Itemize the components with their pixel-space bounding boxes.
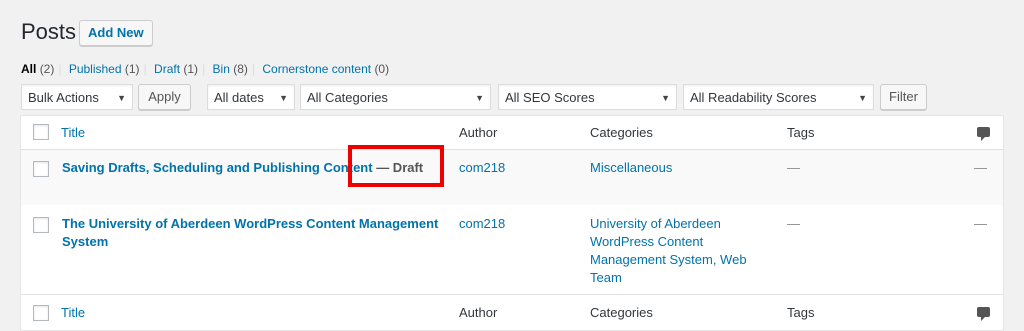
column-categories-header: Categories [590, 125, 653, 140]
row-checkbox[interactable] [33, 217, 49, 233]
seo-scores-select[interactable]: All SEO Scores ▼ [498, 84, 677, 110]
select-all-checkbox[interactable] [33, 124, 49, 140]
filter-all-link[interactable]: All [21, 62, 36, 76]
table-row-title: The University of Aberdeen WordPress Con… [62, 215, 438, 251]
highlight-box [348, 145, 444, 187]
column-author-footer: Author [459, 305, 498, 320]
comments-icon [977, 307, 990, 321]
comments-icon [977, 127, 990, 141]
filter-bin-count: (8) [233, 62, 248, 76]
categories-value: All Categories [307, 90, 388, 105]
filter-draft-count: (1) [183, 62, 199, 76]
filter-bin-link[interactable]: Bin [213, 62, 230, 76]
bulk-actions-select[interactable]: Bulk Actions ▼ [21, 84, 133, 110]
page-title: Posts [21, 19, 77, 44]
category-link[interactable]: Team [590, 269, 747, 287]
separator: | [251, 62, 256, 76]
categories-select[interactable]: All Categories ▼ [300, 84, 491, 110]
post-title-link[interactable]: The University of Aberdeen WordPress Con… [62, 215, 438, 233]
filter-button[interactable]: Filter [880, 84, 927, 110]
separator: | [58, 62, 62, 76]
chevron-down-icon: ▼ [858, 93, 867, 103]
category-link[interactable]: WordPress Content [590, 233, 747, 251]
filter-all-count: (2) [39, 62, 55, 76]
chevron-down-icon: ▼ [475, 93, 484, 103]
separator: | [202, 62, 206, 76]
filter-cornerstone-link[interactable]: Cornerstone content [262, 62, 371, 76]
post-title-link[interactable]: System [62, 233, 438, 251]
author-link[interactable]: com218 [459, 215, 505, 233]
chevron-down-icon: ▼ [117, 93, 126, 103]
divider [21, 294, 1003, 295]
column-tags-header: Tags [787, 125, 815, 140]
column-tags-footer: Tags [787, 305, 815, 320]
tags-value: — [787, 216, 800, 231]
readability-scores-value: All Readability Scores [690, 90, 817, 105]
filter-published-link[interactable]: Published [69, 62, 122, 76]
select-all-checkbox[interactable] [33, 305, 49, 321]
column-title-header[interactable]: Title [61, 125, 85, 140]
category-link[interactable]: University of Aberdeen [590, 215, 747, 233]
posts-table: Title Author Categories Tags Saving Draf… [20, 115, 1004, 331]
filter-published-count: (1) [124, 62, 140, 76]
readability-scores-select[interactable]: All Readability Scores ▼ [683, 84, 874, 110]
filter-draft-link[interactable]: Draft [154, 62, 180, 76]
filter-cornerstone-count: (0) [374, 62, 390, 76]
category-link[interactable]: Miscellaneous [590, 159, 672, 177]
dates-value: All dates [214, 90, 264, 105]
tags-value: — [787, 160, 800, 175]
category-link[interactable]: Management System, Web [590, 251, 747, 269]
category-links: University of Aberdeen WordPress Content… [590, 215, 747, 287]
author-link[interactable]: com218 [459, 159, 505, 177]
dates-select[interactable]: All dates ▼ [207, 84, 295, 110]
separator: | [143, 62, 147, 76]
bulk-actions-value: Bulk Actions [28, 90, 99, 105]
column-title-footer[interactable]: Title [61, 305, 85, 320]
apply-button[interactable]: Apply [138, 84, 191, 110]
add-new-button[interactable]: Add New [79, 20, 153, 46]
divider [21, 149, 1003, 150]
column-author-header: Author [459, 125, 498, 140]
comments-value: — [974, 160, 987, 175]
post-status-filters: All (2) | Published (1) | Draft (1) | Bin (… [21, 62, 389, 76]
comments-value: — [974, 216, 987, 231]
chevron-down-icon: ▼ [279, 93, 288, 103]
post-title-link[interactable]: Saving Drafts, Scheduling and Publishing… [62, 160, 373, 175]
chevron-down-icon: ▼ [661, 93, 670, 103]
seo-scores-value: All SEO Scores [505, 90, 595, 105]
column-categories-footer: Categories [590, 305, 653, 320]
row-checkbox[interactable] [33, 161, 49, 177]
